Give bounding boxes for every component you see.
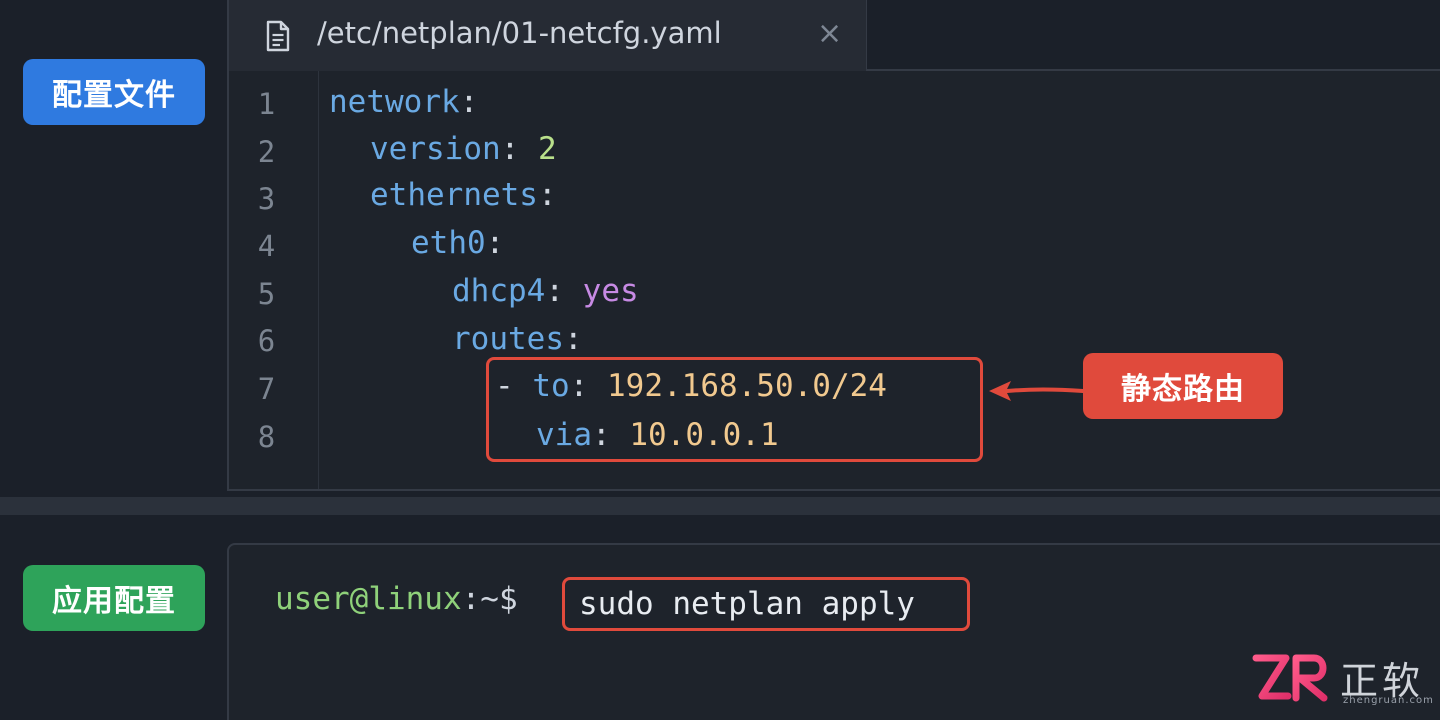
code-line-2: version: 2 — [370, 131, 557, 167]
route-highlight-box — [486, 357, 983, 462]
static-route-callout: 静态路由 — [1083, 353, 1283, 419]
pane-separator — [0, 497, 1440, 515]
line-number: 6 — [257, 324, 276, 358]
code-line-5: dhcp4: yes — [452, 273, 639, 309]
line-number: 3 — [257, 182, 276, 216]
yaml-key: eth0 — [411, 225, 486, 261]
editor-tab[interactable]: /etc/netplan/01-netcfg.yaml × — [229, 0, 867, 71]
line-number-gutter: 1 2 3 4 5 6 7 8 — [229, 71, 319, 489]
terminal-prompt: user@linux:~$ — [275, 581, 518, 617]
prompt-path: :~$ — [461, 581, 518, 617]
line-number: 7 — [257, 372, 276, 406]
zr-logo — [1252, 654, 1328, 702]
prompt-user: user@linux — [275, 581, 462, 617]
editor-tab-bar: /etc/netplan/01-netcfg.yaml × — [229, 0, 1440, 71]
yaml-number: 2 — [537, 131, 557, 167]
yaml-key: network — [329, 84, 460, 120]
yaml-key: routes — [452, 321, 564, 357]
yaml-key: version — [370, 131, 501, 167]
tab-title: /etc/netplan/01-netcfg.yaml — [317, 16, 722, 50]
arrow-left-icon — [989, 381, 1085, 401]
line-number: 1 — [257, 87, 276, 121]
line-number: 5 — [257, 277, 276, 311]
line-number: 8 — [257, 420, 276, 454]
code-line-1: network: — [329, 84, 479, 120]
line-number: 4 — [257, 229, 276, 263]
yaml-boolean: yes — [582, 273, 639, 309]
code-line-6: routes: — [452, 321, 583, 357]
config-file-badge: 配置文件 — [23, 59, 205, 125]
code-line-4: eth0: — [411, 225, 505, 261]
file-icon — [266, 20, 290, 52]
close-icon[interactable]: × — [817, 16, 842, 51]
code-line-3: ethernets: — [370, 177, 557, 213]
apply-config-badge: 应用配置 — [23, 565, 205, 631]
yaml-key: dhcp4 — [452, 273, 546, 309]
terminal-command[interactable]: sudo netplan apply — [562, 577, 970, 631]
brand-domain: zhengruan.com — [1343, 695, 1434, 706]
line-number: 2 — [257, 135, 276, 169]
yaml-key: ethernets — [370, 177, 538, 213]
